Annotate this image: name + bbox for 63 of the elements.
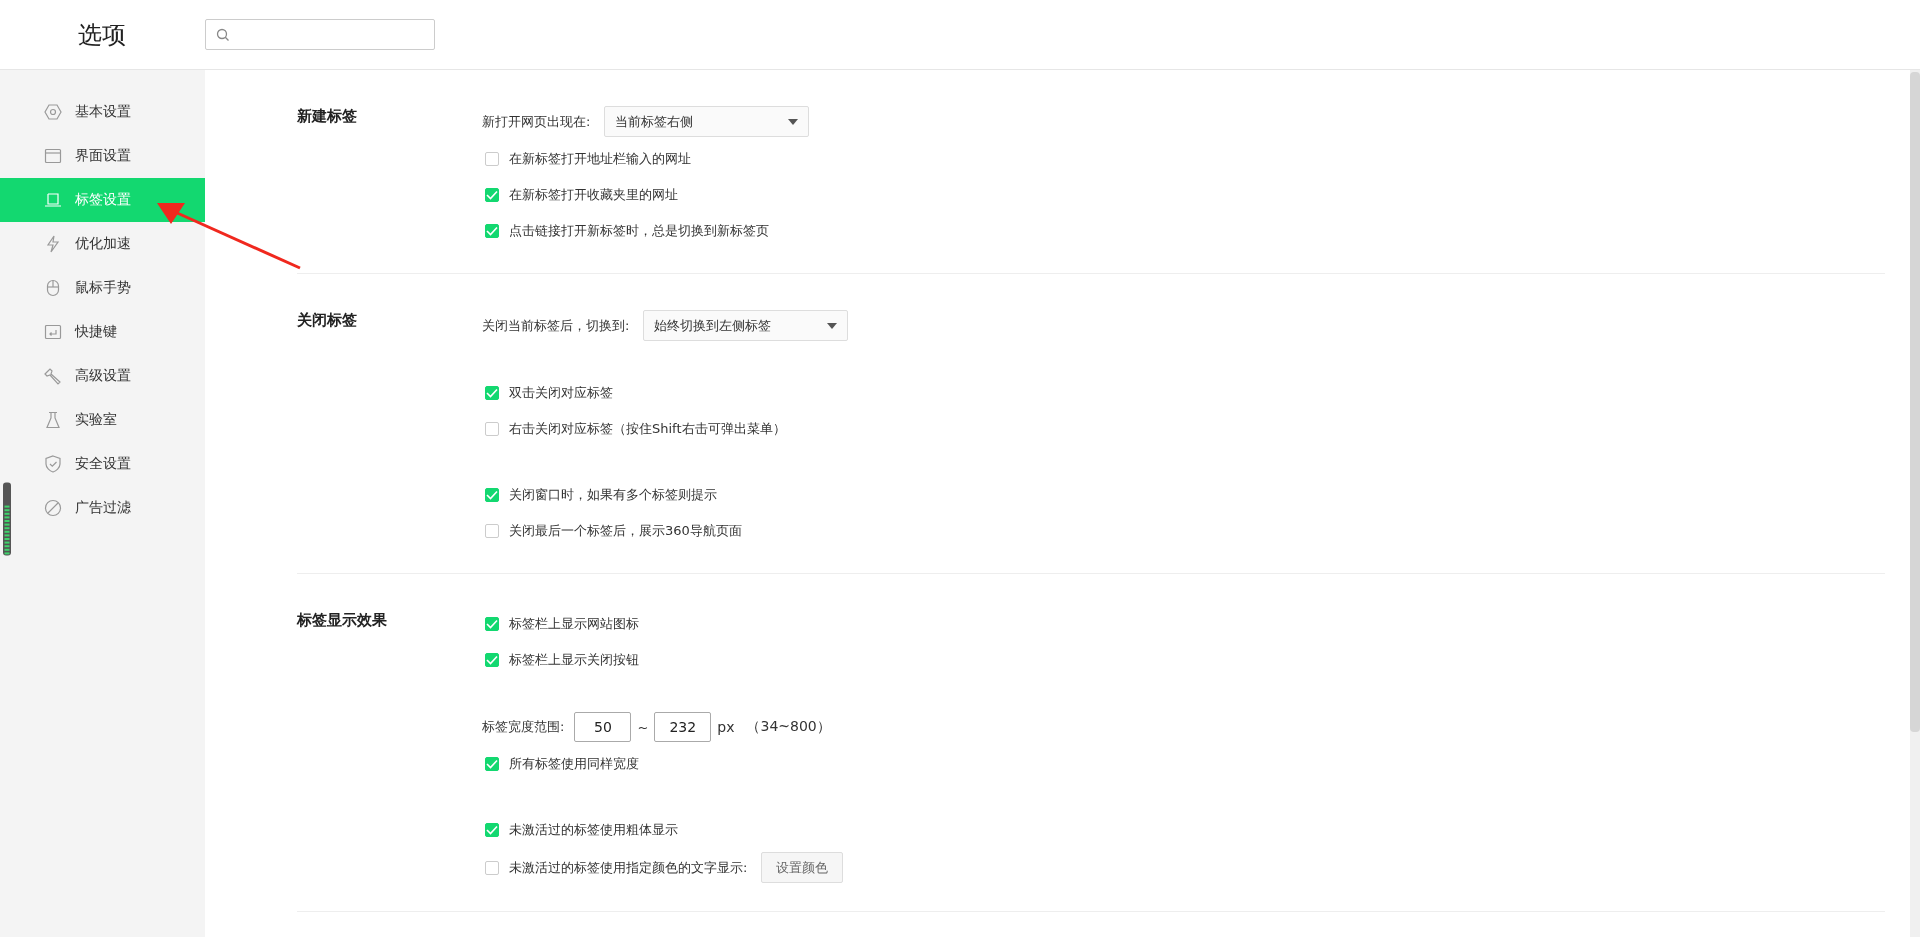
key-icon — [44, 323, 62, 341]
checkbox[interactable] — [485, 386, 499, 400]
checkbox-label: 在新标签打开地址栏输入的网址 — [509, 150, 691, 168]
set-color-button[interactable]: 设置颜色 — [761, 852, 844, 883]
checkbox[interactable] — [485, 653, 499, 667]
checkbox-label: 双击关闭对应标签 — [509, 384, 613, 402]
tilde-separator: ~ — [637, 719, 649, 735]
shield-icon — [44, 455, 62, 473]
caret-icon — [788, 118, 799, 125]
checkbox[interactable] — [485, 224, 499, 238]
checkbox-label: 在新标签打开收藏夹里的网址 — [509, 186, 678, 204]
checkbox[interactable] — [485, 152, 499, 166]
checkbox-label: 标签栏上显示关闭按钮 — [509, 651, 639, 669]
search-field[interactable] — [205, 19, 435, 50]
scrollbar-thumb[interactable] — [1910, 72, 1920, 732]
sidebar-item[interactable]: 优化加速 — [0, 222, 205, 266]
checkbox[interactable] — [485, 524, 499, 538]
window-icon — [44, 147, 62, 165]
sidebar-item[interactable]: 安全设置 — [0, 442, 205, 486]
section-title: 关闭标签 — [297, 310, 358, 331]
max-width-input[interactable]: 232 — [654, 712, 712, 742]
checkbox-label: 标签栏上显示网站图标 — [509, 615, 639, 633]
section-title: 标签显示效果 — [297, 610, 388, 631]
field-label: 新打开网页出现在: — [482, 112, 591, 131]
checkbox[interactable] — [485, 757, 499, 771]
sidebar-item[interactable]: 高级设置 — [0, 354, 205, 398]
checkbox-label: 未激活过的标签使用指定颜色的文字显示: — [509, 858, 748, 877]
checkbox-label: 点击链接打开新标签时，总是切换到新标签页 — [509, 222, 769, 240]
checkbox-label: 未激活过的标签使用粗体显示 — [509, 821, 678, 839]
dropdown[interactable]: 当前标签右侧 — [604, 106, 810, 137]
checkbox-label: 关闭窗口时，如果有多个标签则提示 — [509, 486, 717, 504]
checkbox[interactable] — [485, 823, 499, 837]
unit-label: px — [717, 719, 735, 735]
section-title: 新建标签 — [297, 106, 358, 127]
tab-icon — [44, 191, 62, 209]
range-hint: （34~800） — [746, 718, 831, 736]
sidebar-item[interactable]: 实验室 — [0, 398, 205, 442]
search-icon — [216, 27, 230, 42]
page-title: 选项 — [77, 19, 127, 51]
bolt-icon — [44, 235, 62, 253]
checkbox[interactable] — [485, 617, 499, 631]
field-label: 标签宽度范围: — [482, 718, 565, 736]
checkbox-label: 关闭最后一个标签后，展示360导航页面 — [509, 522, 742, 540]
checkbox[interactable] — [485, 860, 499, 875]
field-label: 关闭当前标签后，切换到: — [482, 316, 630, 335]
dropdown[interactable]: 始终切换到左侧标签 — [643, 310, 849, 341]
checkbox[interactable] — [485, 422, 499, 436]
mouse-icon — [44, 279, 62, 297]
sidebar-item[interactable]: 界面设置 — [0, 134, 205, 178]
block-icon — [44, 499, 62, 517]
flask-icon — [44, 411, 62, 429]
checkbox-label: 右击关闭对应标签（按住Shift右击可弹出菜单） — [509, 420, 786, 438]
sidebar-item[interactable]: 快捷键 — [0, 310, 205, 354]
sidebar-item[interactable]: 基本设置 — [0, 90, 205, 134]
wrench-icon — [44, 367, 62, 385]
checkbox[interactable] — [485, 488, 499, 502]
min-width-input[interactable]: 50 — [574, 712, 632, 742]
hexagon-icon — [44, 103, 62, 121]
sidebar-item[interactable]: 广告过滤 — [0, 486, 205, 530]
checkbox[interactable] — [485, 188, 499, 202]
caret-icon — [827, 322, 838, 329]
sidebar-item[interactable]: 鼠标手势 — [0, 266, 205, 310]
checkbox-label: 所有标签使用同样宽度 — [509, 755, 639, 773]
